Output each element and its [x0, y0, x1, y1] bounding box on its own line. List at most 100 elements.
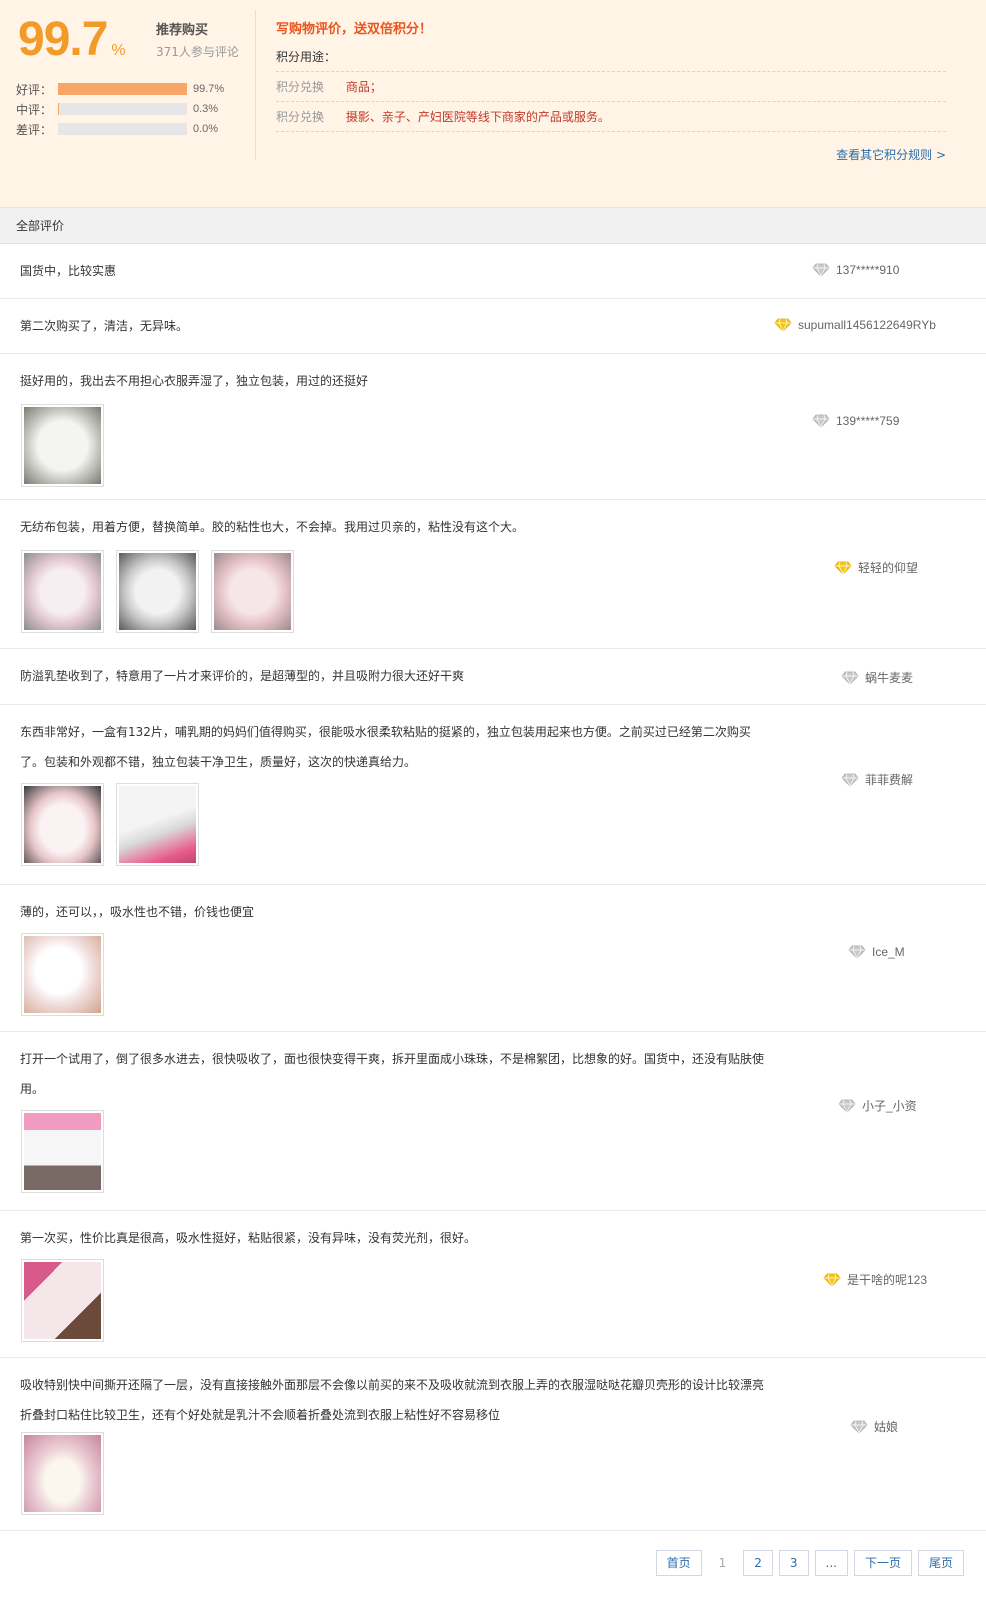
review-text: 第二次购买了，清洁，无异味。	[20, 319, 189, 333]
points-rules-link[interactable]: 查看其它积分规则 >	[836, 146, 946, 163]
review-user[interactable]: 是干啥的呢123	[823, 1271, 927, 1288]
review-item: 东西非常好，一盒有132片，哺乳期的妈妈们值得购买，很能吸水很柔软粘贴的挺紧的，…	[0, 705, 986, 885]
reviewer-name: 小子_小资	[862, 1099, 917, 1113]
gem-icon	[850, 1420, 868, 1434]
points-exchange-row: 积分兑换 摄影、亲子、产妇医院等线下商家的产品或服务。	[276, 102, 946, 132]
review-user[interactable]: Ice_M	[848, 945, 905, 959]
review-text: 薄的，还可以，，吸水性也不错，价钱也便宜	[20, 905, 255, 919]
rating-bar-value: 0.3%	[193, 103, 219, 115]
points-exchange-label: 积分兑换	[276, 80, 325, 94]
review-image-thumb[interactable]	[211, 550, 294, 633]
rating-bar-neutral: 中评： 0.3%	[16, 99, 224, 119]
review-text: 东西非常好，一盒有132片，哺乳期的妈妈们值得购买，很能吸水很柔软粘贴的挺紧的，…	[20, 725, 751, 769]
review-image-thumb[interactable]	[21, 1432, 104, 1515]
review-item: 吸收特别快中间撕开还隔了一层，没有直接接触外面那层不会像以前买的来不及吸收就流到…	[0, 1358, 986, 1531]
all-reviews-tab[interactable]: 全部评价	[0, 208, 986, 244]
rating-bar-value: 0.0%	[193, 123, 219, 135]
review-images	[21, 1110, 116, 1193]
reviewer-name: 菲菲费解	[865, 773, 914, 787]
rating-bar-track	[58, 103, 187, 115]
review-image-thumb[interactable]	[21, 783, 104, 866]
review-text: 防溢乳垫收到了，特意用了一片才来评价的，是超薄型的，并且吸附力很大还好干爽	[20, 669, 465, 683]
reviewer-name: 137*****910	[836, 263, 900, 277]
review-item: 国货中，比较实惠 137*****910	[0, 244, 986, 299]
page-ellipsis-button[interactable]: ...	[814, 1550, 848, 1576]
points-exchange-value: 商品；	[345, 80, 382, 94]
review-images	[21, 404, 116, 487]
review-image-thumb[interactable]	[116, 783, 199, 866]
review-text: 第一次买，性价比真是很高，吸水性挺好，粘贴很紧，没有异味，没有荧光剂，很好。	[20, 1231, 477, 1245]
review-text: 国货中，比较实惠	[20, 264, 117, 278]
rating-bar-value: 99.7%	[193, 83, 225, 95]
review-item: 第一次买，性价比真是很高，吸水性挺好，粘贴很紧，没有异味，没有荧光剂，很好。 是…	[0, 1211, 986, 1358]
gem-icon	[841, 773, 859, 787]
first-page-button[interactable]: 首页	[655, 1550, 702, 1576]
points-exchange-label: 积分兑换	[276, 110, 325, 124]
reviewer-name: 蜗牛麦麦	[865, 671, 914, 685]
rating-bar-bad: 差评： 0.0%	[16, 119, 224, 139]
gem-icon	[838, 1099, 856, 1113]
review-text: 挺好用的，我出去不用担心衣服弄湿了，独立包装，用过的还挺好	[20, 374, 369, 388]
reviewer-name: 是干啥的呢123	[847, 1273, 928, 1287]
gem-icon	[774, 318, 792, 332]
points-promo-title: 写购物评价，送双倍积分！	[276, 22, 433, 37]
page-1-current: 1	[718, 1556, 727, 1570]
gem-icon	[812, 414, 830, 428]
points-panel: 写购物评价，送双倍积分！ 积分用途： 积分兑换 商品； 积分兑换 摄影、亲子、产…	[276, 18, 946, 162]
positive-rate: 99.7 %	[18, 8, 126, 64]
reviewer-name: 139*****759	[836, 414, 900, 428]
review-images	[21, 1259, 116, 1342]
review-image-thumb[interactable]	[21, 1110, 104, 1193]
rating-summary-panel: 99.7 % 推荐购买 371人参与评论 好评： 99.7% 中评： 0.3% …	[0, 0, 986, 208]
review-user[interactable]: 蜗牛麦麦	[841, 669, 913, 686]
positive-rate-unit: %	[111, 42, 126, 59]
review-user[interactable]: 小子_小资	[838, 1097, 917, 1114]
pagination: 首页 1 2 3 ... 下一页 尾页	[650, 1550, 964, 1576]
reviewer-name: Ice_M	[872, 945, 905, 959]
points-exchange-value: 摄影、亲子、产妇医院等线下商家的产品或服务。	[345, 110, 610, 124]
review-user[interactable]: 137*****910	[812, 263, 899, 277]
review-user[interactable]: supumall1456122649RYb	[774, 318, 936, 332]
points-usage-label: 积分用途：	[276, 50, 337, 64]
gem-icon	[848, 945, 866, 959]
rating-bar-track	[58, 123, 187, 135]
rating-bar-label: 好评：	[16, 82, 53, 97]
review-image-thumb[interactable]	[21, 550, 104, 633]
review-item: 防溢乳垫收到了，特意用了一片才来评价的，是超薄型的，并且吸附力很大还好干爽 蜗牛…	[0, 649, 986, 705]
positive-rate-number: 99.7	[18, 13, 108, 66]
review-item: 第二次购买了，清洁，无异味。 supumall1456122649RYb	[0, 299, 986, 354]
review-images	[21, 783, 211, 866]
page-2-button[interactable]: 2	[743, 1550, 773, 1576]
rating-bar-fill	[58, 83, 187, 95]
review-image-thumb[interactable]	[116, 550, 199, 633]
review-item: 薄的，还可以，，吸水性也不错，价钱也便宜 Ice_M	[0, 885, 986, 1032]
reviewer-name: 轻轻的仰望	[858, 561, 919, 575]
gem-icon	[823, 1273, 841, 1287]
review-text: 吸收特别快中间撕开还隔了一层，没有直接接触外面那层不会像以前买的来不及吸收就流到…	[20, 1378, 765, 1422]
gem-icon	[812, 263, 830, 277]
review-image-thumb[interactable]	[21, 404, 104, 487]
review-user[interactable]: 139*****759	[812, 414, 899, 428]
review-item: 挺好用的，我出去不用担心衣服弄湿了，独立包装，用过的还挺好 139*****75…	[0, 354, 986, 500]
rating-bar-track	[58, 83, 187, 95]
review-user[interactable]: 菲菲费解	[841, 771, 913, 788]
review-item: 无纺布包装，用着方便，替换简单。胶的粘性也大，不会掉。我用过贝亲的，粘性没有这个…	[0, 500, 986, 649]
review-image-thumb[interactable]	[21, 1259, 104, 1342]
review-user[interactable]: 轻轻的仰望	[834, 559, 918, 576]
participants-count: 371人参与评论	[156, 45, 239, 59]
page-3-button[interactable]: 3	[778, 1550, 809, 1576]
review-text: 打开一个试用了，倒了很多水进去，很快吸收了，面也很快变得干爽，拆开里面成小珠珠，…	[20, 1052, 765, 1096]
next-page-button[interactable]: 下一页	[853, 1550, 912, 1576]
review-item: 打开一个试用了，倒了很多水进去，很快吸收了，面也很快变得干爽，拆开里面成小珠珠，…	[0, 1032, 986, 1211]
recommend-label: 推荐购买	[156, 23, 209, 38]
reviewer-name: supumall1456122649RYb	[798, 318, 936, 332]
review-image-thumb[interactable]	[21, 933, 104, 1016]
gem-icon	[841, 671, 859, 685]
last-page-button[interactable]: 尾页	[917, 1550, 964, 1576]
rating-bar-good: 好评： 99.7%	[16, 79, 224, 99]
summary-divider	[255, 10, 256, 160]
review-images	[21, 1432, 116, 1515]
gem-icon	[834, 561, 852, 575]
review-user[interactable]: 姑娘	[850, 1418, 898, 1435]
reviewer-name: 姑娘	[874, 1420, 899, 1434]
